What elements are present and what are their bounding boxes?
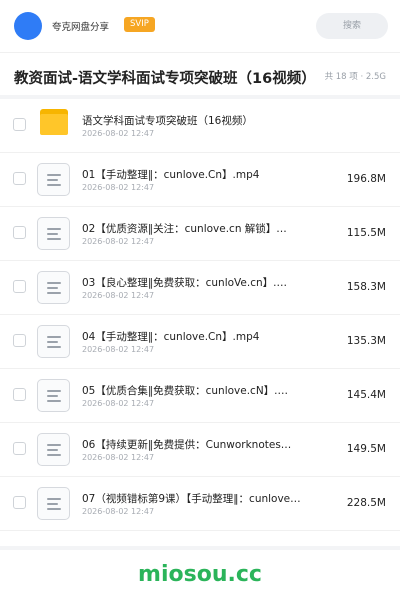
select-checkbox[interactable] — [13, 496, 26, 509]
select-checkbox[interactable] — [13, 280, 26, 293]
search-button[interactable]: 搜索 — [316, 13, 388, 39]
item-date: 2026-08-02 12:47 — [82, 237, 155, 246]
item-size: 158.3M — [346, 281, 386, 293]
list-item[interactable]: 04【手动整理‖：cunlove.Cn】.mp4 2026-08-02 12:4… — [0, 315, 400, 369]
file-lines-icon — [37, 433, 70, 466]
item-name: 06【持续更新‖免费提供：Cunworknotes… — [82, 439, 292, 451]
list-item[interactable]: 01【手动整理‖：cunlove.Cn】.mp4 2026-08-02 12:4… — [0, 153, 400, 207]
svip-badge: SVIP — [124, 17, 155, 32]
item-date: 2026-08-02 12:47 — [82, 345, 155, 354]
file-list: 语文学科面试专项突破班（16视频） 2026-08-02 12:47 01【手动… — [0, 99, 400, 531]
avatar[interactable] — [14, 12, 42, 40]
list-item[interactable]: 05【优质合集‖免费获取：cunlove.cN】.… 2026-08-02 12… — [0, 369, 400, 423]
item-name: 04【手动整理‖：cunlove.Cn】.mp4 — [82, 331, 260, 343]
item-size: 228.5M — [346, 497, 386, 509]
file-lines-icon — [37, 325, 70, 358]
select-checkbox[interactable] — [13, 118, 26, 131]
item-size: 149.5M — [346, 443, 386, 455]
footer-divider — [0, 546, 400, 550]
item-size: 115.5M — [346, 227, 386, 239]
select-checkbox[interactable] — [13, 172, 26, 185]
item-date: 2026-08-02 12:47 — [82, 291, 155, 300]
list-item-folder[interactable]: 语文学科面试专项突破班（16视频） 2026-08-02 12:47 — [0, 99, 400, 153]
item-date: 2026-08-02 12:47 — [82, 507, 155, 516]
item-date: 2026-08-02 12:47 — [82, 399, 155, 408]
item-name: 语文学科面试专项突破班（16视频） — [82, 115, 253, 127]
file-lines-icon — [37, 379, 70, 412]
select-checkbox[interactable] — [13, 334, 26, 347]
select-checkbox[interactable] — [13, 388, 26, 401]
share-header: 夸克网盘分享 SVIP 搜索 — [0, 0, 400, 52]
folder-title-bar: 教资面试-语文学科面试专项突破班（16视频） 共 18 项 · 2.5G — [0, 53, 400, 97]
item-name: 07（视频错标第9课）【手动整理‖：cunlove… — [82, 493, 301, 505]
item-size: 196.8M — [346, 173, 386, 185]
list-item[interactable]: 03【良心整理‖免费获取：cunloVe.cn】.… 2026-08-02 12… — [0, 261, 400, 315]
page-title: 教资面试-语文学科面试专项突破班（16视频） — [14, 71, 316, 87]
folder-meta: 共 18 项 · 2.5G — [324, 72, 386, 82]
file-lines-icon — [37, 487, 70, 520]
item-name: 02【优质资源‖关注：cunlove.cn 解锁】… — [82, 223, 287, 235]
file-lines-icon — [37, 271, 70, 304]
brand-name: 夸克网盘分享 — [52, 22, 110, 33]
watermark: miosou.cc — [138, 562, 262, 587]
select-checkbox[interactable] — [13, 442, 26, 455]
item-name: 01【手动整理‖：cunlove.Cn】.mp4 — [82, 169, 260, 181]
item-date: 2026-08-02 12:47 — [82, 129, 155, 138]
item-name: 05【优质合集‖免费获取：cunlove.cN】.… — [82, 385, 289, 397]
item-date: 2026-08-02 12:47 — [82, 453, 155, 462]
list-item[interactable]: 07（视频错标第9课）【手动整理‖：cunlove… 2026-08-02 12… — [0, 477, 400, 531]
item-size: 145.4M — [346, 389, 386, 401]
item-name: 03【良心整理‖免费获取：cunloVe.cn】.… — [82, 277, 287, 289]
item-date: 2026-08-02 12:47 — [82, 183, 155, 192]
list-item[interactable]: 06【持续更新‖免费提供：Cunworknotes… 2026-08-02 12… — [0, 423, 400, 477]
list-item[interactable]: 02【优质资源‖关注：cunlove.cn 解锁】… 2026-08-02 12… — [0, 207, 400, 261]
select-checkbox[interactable] — [13, 226, 26, 239]
folder-icon — [40, 109, 68, 135]
file-lines-icon — [37, 163, 70, 196]
item-size: 135.3M — [346, 335, 386, 347]
file-lines-icon — [37, 217, 70, 250]
